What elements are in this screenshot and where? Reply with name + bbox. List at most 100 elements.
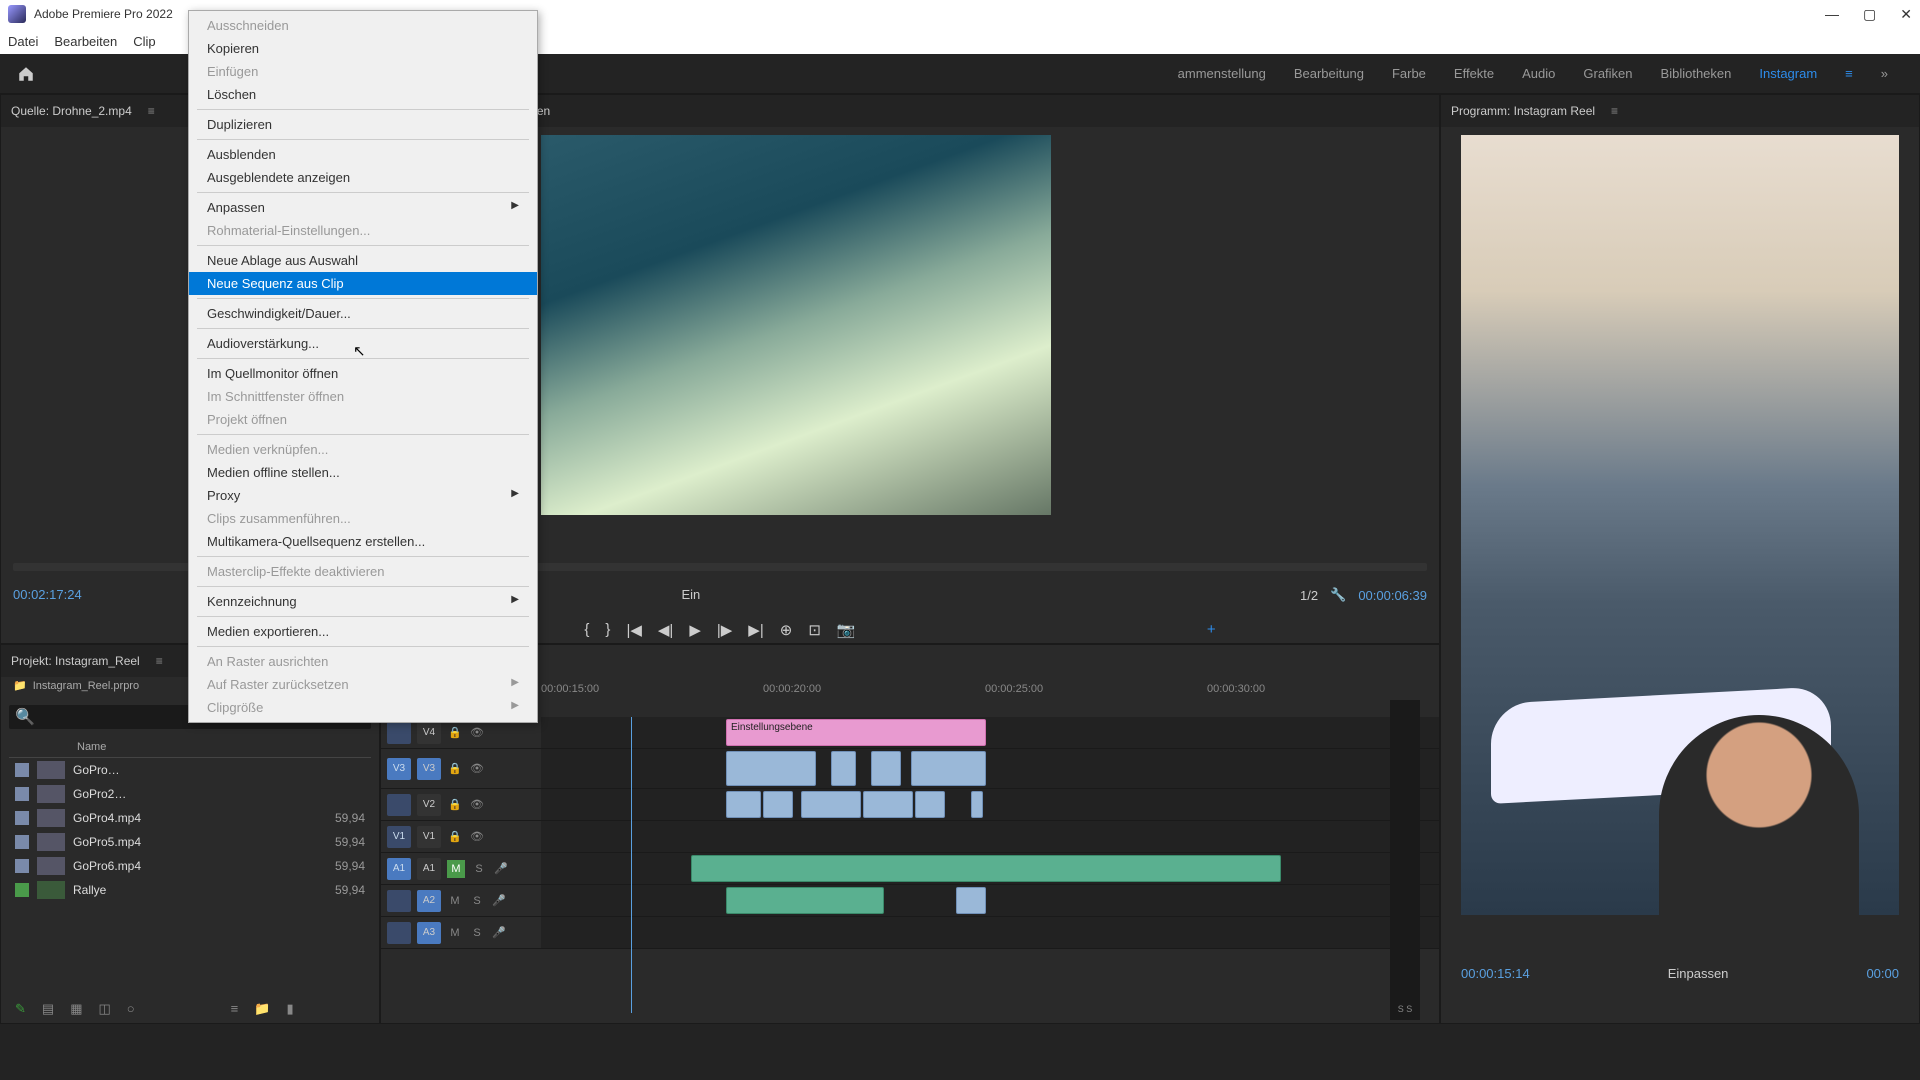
- wrench-icon[interactable]: 🔧: [1330, 587, 1346, 603]
- eye-icon[interactable]: 👁: [469, 725, 485, 741]
- project-item[interactable]: GoPro6.mp4 59,94: [9, 854, 371, 878]
- window-close[interactable]: ✕: [1900, 6, 1912, 23]
- menu-item[interactable]: Geschwindigkeit/Dauer...: [189, 302, 537, 325]
- add-button-icon[interactable]: +: [1207, 621, 1216, 638]
- ws-overflow[interactable]: »: [1881, 66, 1888, 81]
- clip-audio[interactable]: [956, 887, 986, 914]
- track-label-a2[interactable]: A2: [417, 890, 441, 912]
- lock-icon[interactable]: 🔒: [447, 725, 463, 741]
- new-bin-icon[interactable]: 📁: [254, 1001, 270, 1017]
- go-to-in-button[interactable]: |◀: [626, 621, 641, 639]
- menu-item[interactable]: Proxy▶: [189, 484, 537, 507]
- eye-icon[interactable]: 👁: [469, 829, 485, 845]
- clip-adjustment[interactable]: Einstellungsebene: [726, 719, 986, 746]
- menu-item[interactable]: Löschen: [189, 83, 537, 106]
- mute-button[interactable]: M: [447, 893, 463, 909]
- window-minimize[interactable]: —: [1825, 6, 1839, 23]
- source-video-preview[interactable]: [541, 135, 1051, 515]
- zoom-icon[interactable]: ○: [127, 1001, 135, 1017]
- menu-item[interactable]: Multikamera-Quellsequenz erstellen...: [189, 530, 537, 553]
- clip-video[interactable]: [831, 751, 856, 786]
- source-panel-menu-icon[interactable]: ≡: [148, 104, 155, 118]
- project-tab[interactable]: Projekt: Instagram_Reel: [11, 654, 140, 668]
- clip-video[interactable]: [763, 791, 793, 818]
- ws-bearbeitung[interactable]: Bearbeitung: [1294, 66, 1364, 81]
- ws-menu-icon[interactable]: ≡: [1845, 66, 1853, 81]
- go-to-out-button[interactable]: ▶|: [748, 621, 763, 639]
- ws-instagram[interactable]: Instagram: [1759, 66, 1817, 81]
- menu-item[interactable]: Duplizieren: [189, 113, 537, 136]
- icon-view-icon[interactable]: ▤: [42, 1001, 54, 1017]
- menu-item[interactable]: Medien exportieren...: [189, 620, 537, 643]
- mark-out-button[interactable]: }: [605, 621, 610, 639]
- window-maximize[interactable]: ▢: [1863, 6, 1876, 23]
- export-frame-button[interactable]: 📷: [837, 621, 856, 639]
- ws-zusammenstellung[interactable]: ammenstellung: [1178, 66, 1266, 81]
- play-button[interactable]: ▶: [689, 621, 701, 639]
- mute-button[interactable]: M: [447, 860, 465, 878]
- program-fit[interactable]: Einpassen: [1668, 966, 1729, 981]
- playhead[interactable]: [631, 717, 632, 1013]
- track-label-v3[interactable]: V3: [417, 758, 441, 780]
- menu-item[interactable]: Medien offline stellen...: [189, 461, 537, 484]
- clip-audio[interactable]: [691, 855, 1281, 882]
- clip-video[interactable]: [971, 791, 983, 818]
- track-label-v2[interactable]: V2: [417, 794, 441, 816]
- ws-effekte[interactable]: Effekte: [1454, 66, 1494, 81]
- src-patch-a3[interactable]: [387, 922, 411, 944]
- source-timecode-left[interactable]: 00:02:17:24: [13, 587, 82, 603]
- sort-icon[interactable]: ◫: [99, 1001, 111, 1017]
- program-video-preview[interactable]: [1461, 135, 1899, 915]
- lock-icon[interactable]: 🔒: [447, 797, 463, 813]
- menu-item[interactable]: Neue Sequenz aus Clip: [189, 272, 537, 295]
- clip-video[interactable]: [726, 751, 816, 786]
- timeline-ruler[interactable]: 00:00:15:00 00:00:20:00 00:00:25:00 00:0…: [541, 683, 1429, 703]
- program-tab[interactable]: Programm: Instagram Reel: [1451, 104, 1595, 118]
- menu-item[interactable]: Ausgeblendete anzeigen: [189, 166, 537, 189]
- menu-item[interactable]: Anpassen▶: [189, 196, 537, 219]
- mic-icon[interactable]: 🎤: [491, 925, 507, 941]
- clip-video[interactable]: [871, 751, 901, 786]
- src-patch-v2[interactable]: [387, 794, 411, 816]
- menu-datei[interactable]: Datei: [8, 34, 38, 49]
- clip-video[interactable]: [911, 751, 986, 786]
- menu-clip[interactable]: Clip: [133, 34, 155, 49]
- project-item[interactable]: GoPro…: [9, 758, 371, 782]
- src-patch-v1[interactable]: V1: [387, 826, 411, 848]
- track-label-a1[interactable]: A1: [417, 858, 441, 880]
- step-back-button[interactable]: ◀|: [658, 621, 673, 639]
- src-patch-v3[interactable]: V3: [387, 758, 411, 780]
- src-patch-a1[interactable]: A1: [387, 858, 411, 880]
- ws-grafiken[interactable]: Grafiken: [1583, 66, 1632, 81]
- solo-button[interactable]: S: [469, 893, 485, 909]
- mark-in-button[interactable]: {: [584, 621, 589, 639]
- ws-farbe[interactable]: Farbe: [1392, 66, 1426, 81]
- source-scale[interactable]: 1/2: [1300, 588, 1318, 603]
- program-panel-menu-icon[interactable]: ≡: [1611, 104, 1618, 118]
- track-label-a3[interactable]: A3: [417, 922, 441, 944]
- col-name[interactable]: Name: [77, 741, 106, 753]
- mute-button[interactable]: M: [447, 925, 463, 941]
- clip-audio[interactable]: [726, 887, 884, 914]
- new-item-icon[interactable]: ≡: [231, 1001, 239, 1017]
- step-fwd-button[interactable]: |▶: [717, 621, 732, 639]
- insert-button[interactable]: ⊕: [780, 621, 793, 639]
- bin-icon[interactable]: 📁: [13, 679, 27, 692]
- source-tab[interactable]: Quelle: Drohne_2.mp4: [11, 104, 132, 118]
- lock-icon[interactable]: 🔒: [447, 761, 463, 777]
- solo-button[interactable]: S: [471, 861, 487, 877]
- project-item[interactable]: GoPro2…: [9, 782, 371, 806]
- home-button[interactable]: [12, 60, 40, 88]
- ws-bibliotheken[interactable]: Bibliotheken: [1661, 66, 1732, 81]
- mic-icon[interactable]: 🎤: [493, 861, 509, 877]
- clip-video[interactable]: [915, 791, 945, 818]
- project-panel-menu-icon[interactable]: ≡: [156, 654, 163, 668]
- program-timecode-left[interactable]: 00:00:15:14: [1461, 966, 1530, 981]
- clip-video[interactable]: [726, 791, 761, 818]
- menu-item[interactable]: Im Quellmonitor öffnen: [189, 362, 537, 385]
- lock-icon[interactable]: 🔒: [447, 829, 463, 845]
- overwrite-button[interactable]: ⊡: [808, 621, 821, 639]
- solo-button[interactable]: S: [469, 925, 485, 941]
- track-label-v1[interactable]: V1: [417, 826, 441, 848]
- project-item[interactable]: GoPro5.mp4 59,94: [9, 830, 371, 854]
